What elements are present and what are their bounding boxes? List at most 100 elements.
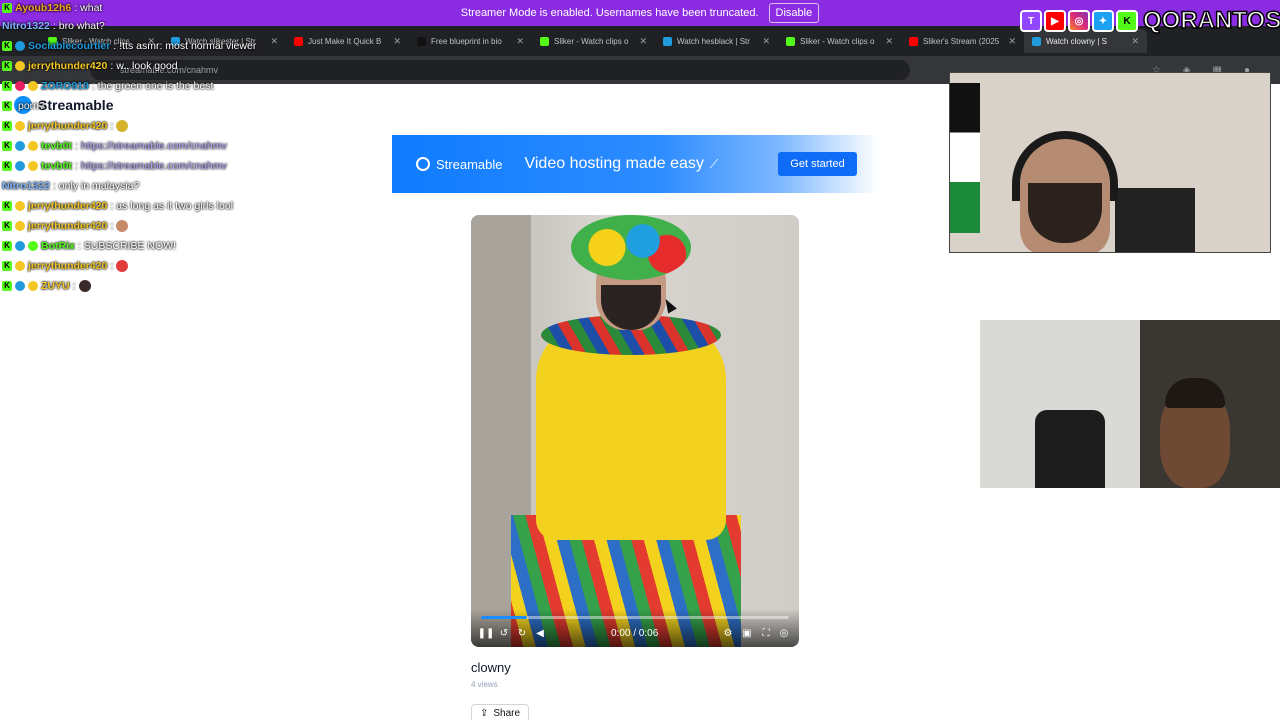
chat-text: the green one is the best (97, 80, 214, 92)
chat-text: w.. look good (116, 60, 178, 72)
palestine-flag (950, 83, 980, 233)
banana-badge-icon (28, 161, 38, 171)
sub-badge-icon (15, 161, 25, 171)
rewind-icon[interactable]: ↺ (497, 626, 511, 640)
tab-label: Just Make It Quick B (308, 36, 382, 46)
banana-badge-icon (28, 81, 38, 91)
chat-message: Nitro1322: bro what? (2, 20, 105, 32)
sub-badge-icon (15, 41, 25, 51)
sub-badge-icon (15, 141, 25, 151)
emote-icon (78, 280, 91, 292)
fullscreen-icon[interactable]: ⛶ (759, 626, 773, 640)
close-tab-icon[interactable]: ✕ (1131, 36, 1139, 47)
settings-gear-icon[interactable]: ⚙ (721, 626, 735, 640)
pause-icon[interactable]: ❚❚ (478, 626, 495, 640)
disable-streamer-mode-button[interactable]: Disable (768, 3, 820, 23)
chat-message: Kjerrythunder420: as long as it two girls… (2, 198, 233, 214)
chat-username: ZORO919 (41, 80, 89, 92)
chat-link[interactable]: https://streamable.com/cnahmv (81, 160, 227, 172)
tab-label: Sliker - Watch clips o (800, 36, 875, 46)
kick-badge-icon: K (2, 3, 12, 13)
emote-icon (116, 220, 129, 232)
chat-username: jerrythunder420 (28, 120, 108, 132)
close-tab-icon[interactable]: ✕ (393, 36, 401, 47)
streamer-handle: QORANTOS (1142, 6, 1280, 35)
kick-badge-icon: K (2, 141, 12, 151)
chat-username: jerrythunder420 (28, 260, 108, 272)
tab-label: Watch clowny | S (1046, 36, 1107, 46)
instagram-icon: ◎ (1068, 10, 1090, 32)
close-tab-icon[interactable]: ✕ (1008, 36, 1016, 47)
tab-label: Watch hesblack | Str (677, 36, 750, 46)
chat-username: Nitro1322 (2, 180, 50, 192)
chat-message: K Sociablecourtier: !tts asmr: most normal… (2, 38, 256, 54)
chat-message: Kporn? (2, 98, 45, 114)
chat-username: tevb0t (41, 140, 72, 152)
tab-favicon-icon (294, 36, 303, 46)
streamer-webcam (949, 72, 1271, 253)
tab-favicon-icon (786, 36, 795, 46)
browser-tab[interactable]: Sliker - Watch clips o ✕ (532, 29, 655, 53)
banner-logo-text: Streamable (436, 156, 503, 172)
kick-badge-icon: K (2, 241, 12, 251)
tab-favicon-icon (909, 36, 918, 46)
get-started-button[interactable]: Get started (778, 152, 857, 176)
banana-badge-icon (15, 221, 25, 231)
chat-username: Sociablecourtier (28, 40, 111, 52)
video-player[interactable]: ❚❚ ↺ ↻ ◀ 0:00 / 0:06 ⚙ ▣ ⛶ ◎ (471, 215, 799, 647)
browser-tab[interactable]: Sliker's Stream (2025 ✕ (901, 29, 1024, 53)
chat-text: porn? (18, 100, 45, 112)
close-tab-icon[interactable]: ✕ (639, 36, 647, 47)
streamable-logo-text: Streamable (38, 97, 114, 113)
close-tab-icon[interactable]: ✕ (270, 36, 278, 47)
sparkle-icon: ⟋ (709, 156, 719, 171)
close-tab-icon[interactable]: ✕ (885, 36, 893, 47)
browser-tab[interactable]: Sliker - Watch clips o ✕ (778, 29, 901, 53)
chat-username: ZUYU (41, 280, 70, 292)
emote-icon (116, 120, 129, 132)
streamer-mode-message: Streamer Mode is enabled. Usernames have… (460, 7, 759, 19)
tab-label: Free blueprint in bio (431, 36, 502, 46)
close-tab-icon[interactable]: ✕ (762, 36, 770, 47)
streamable-small-icon[interactable]: ◎ (777, 626, 791, 640)
kick-badge-icon: K (2, 121, 12, 131)
video-progress-fill (481, 616, 528, 619)
banana-badge-icon (15, 201, 25, 211)
chat-username: Nitro1322 (2, 20, 50, 32)
tab-favicon-icon (540, 36, 549, 46)
chat-message: Nitro1322: only in malaysia? (2, 180, 140, 192)
chat-username: jerrythunder420 (28, 60, 108, 72)
tab-favicon-icon (663, 36, 672, 46)
close-tab-icon[interactable]: ✕ (516, 36, 524, 47)
tab-favicon-icon (1032, 36, 1041, 46)
picture-in-picture-icon[interactable]: ▣ (740, 626, 754, 640)
clown-wig (571, 215, 691, 280)
chat-message: Kjerrythunder420: (2, 258, 129, 274)
browser-tab[interactable]: Just Make It Quick B ✕ (286, 29, 409, 53)
promo-banner[interactable]: Streamable Video hosting made easy ⟋ Get… (392, 135, 878, 193)
browser-tab[interactable]: Watch hesblack | Str ✕ (655, 29, 778, 53)
video-progress-bar[interactable] (481, 616, 789, 619)
chat-username: Ayoub12h6 (15, 2, 72, 14)
chat-username: jerrythunder420 (28, 220, 108, 232)
share-button[interactable]: ⇪ Share (471, 704, 530, 720)
kick-badge-icon: K (2, 201, 12, 211)
chat-message: K ZORO919: the green one is the best (2, 78, 213, 94)
volume-icon[interactable]: ◀ (533, 626, 547, 640)
chat-message: K BotRix: SUBSCRIBE NOW! (2, 238, 176, 254)
chat-text: !tts asmr: most normal viewer (119, 40, 257, 52)
chat-username: tevb0t (41, 160, 72, 172)
youtube-icon: ▶ (1044, 10, 1066, 32)
guest-webcam (980, 320, 1280, 488)
chat-message: Ktevb0t: https://streamable.com/cnahmv (2, 138, 227, 154)
address-bar[interactable]: streamable.com/cnahmv (90, 60, 910, 80)
screen: Streamer Mode is enabled. Usernames have… (0, 0, 1280, 720)
chat-link[interactable]: https://streamable.com/cnahmv (81, 140, 227, 152)
share-label: Share (493, 707, 521, 719)
tab-favicon-icon (417, 36, 426, 46)
kick-badge-icon: K (2, 281, 12, 291)
browser-tab[interactable]: Free blueprint in bio ✕ (409, 29, 532, 53)
kick-icon: K (1116, 10, 1138, 32)
forward-icon[interactable]: ↻ (515, 626, 529, 640)
kick-badge-icon: K (2, 101, 12, 111)
